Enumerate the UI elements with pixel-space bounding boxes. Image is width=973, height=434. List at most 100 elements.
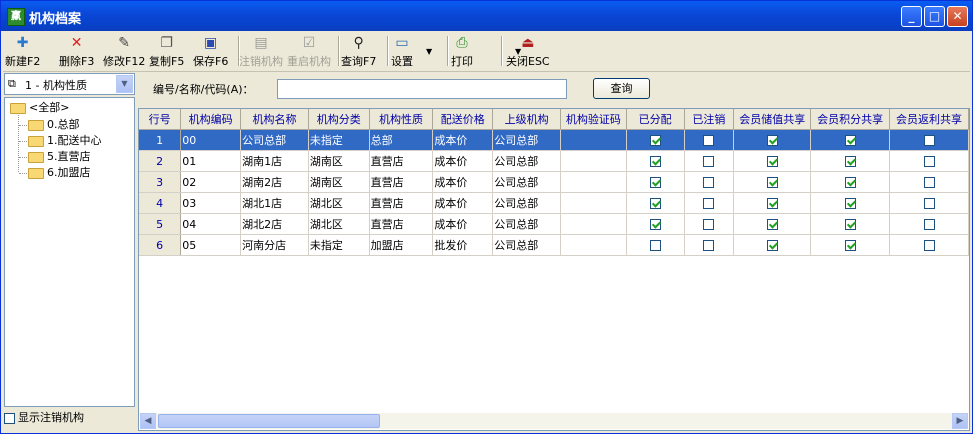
cell-nature[interactable]: 直营店 bbox=[369, 150, 434, 172]
rebate-checkbox[interactable] bbox=[923, 135, 935, 146]
show-deregistered-checkbox[interactable]: 显示注销机构 bbox=[4, 410, 84, 426]
cell-cancelled[interactable] bbox=[684, 234, 735, 256]
toolbar-button-print[interactable]: ⎙ 打印 bbox=[451, 33, 473, 69]
cell-assigned[interactable] bbox=[626, 213, 685, 235]
cell-nature[interactable]: 加盟店 bbox=[369, 234, 434, 256]
points-checkbox[interactable] bbox=[844, 156, 856, 167]
cell-assigned[interactable] bbox=[626, 192, 685, 214]
row-number[interactable]: 4 bbox=[139, 192, 182, 214]
column-header[interactable]: 机构编码 bbox=[180, 109, 242, 130]
cell-assigned[interactable] bbox=[626, 129, 685, 151]
column-header[interactable]: 上级机构 bbox=[492, 109, 561, 130]
rebate-checkbox[interactable] bbox=[923, 219, 935, 230]
stored-checkbox[interactable] bbox=[766, 219, 778, 230]
cell-code[interactable]: 03 bbox=[180, 192, 242, 214]
table-row[interactable]: 3 02 湖南2店 湖南区 直营店 成本价 公司总部 bbox=[139, 171, 969, 193]
cell-points[interactable] bbox=[810, 129, 891, 151]
cancelled-checkbox[interactable] bbox=[703, 240, 715, 251]
cell-rebate[interactable] bbox=[889, 234, 969, 256]
cell-rebate[interactable] bbox=[889, 150, 969, 172]
cell-verify[interactable] bbox=[560, 234, 627, 256]
rebate-checkbox[interactable] bbox=[923, 198, 935, 209]
cell-cat[interactable]: 湖南区 bbox=[308, 150, 370, 172]
cell-stored[interactable] bbox=[733, 171, 812, 193]
row-number[interactable]: 1 bbox=[139, 129, 182, 151]
cell-code[interactable]: 02 bbox=[180, 171, 242, 193]
column-header[interactable]: 会员积分共享 bbox=[810, 109, 891, 130]
cell-cancelled[interactable] bbox=[684, 150, 735, 172]
rebate-checkbox[interactable] bbox=[923, 240, 935, 251]
cancelled-checkbox[interactable] bbox=[703, 156, 715, 167]
cell-points[interactable] bbox=[810, 171, 891, 193]
row-number[interactable]: 6 bbox=[139, 234, 182, 256]
cell-assigned[interactable] bbox=[626, 171, 685, 193]
horizontal-scrollbar[interactable]: ◀ ▶ bbox=[140, 413, 968, 429]
toolbar-button-delete[interactable]: ✕ 删除F3 bbox=[59, 33, 94, 69]
cell-cancelled[interactable] bbox=[684, 171, 735, 193]
cell-name[interactable]: 湖南2店 bbox=[240, 171, 309, 193]
cell-stored[interactable] bbox=[733, 129, 812, 151]
cell-rebate[interactable] bbox=[889, 192, 969, 214]
stored-checkbox[interactable] bbox=[766, 135, 778, 146]
cell-cancelled[interactable] bbox=[684, 192, 735, 214]
scroll-left-icon[interactable]: ◀ bbox=[140, 413, 156, 429]
cell-verify[interactable] bbox=[560, 213, 627, 235]
column-header[interactable]: 会员储值共享 bbox=[733, 109, 812, 130]
cell-parent[interactable]: 公司总部 bbox=[492, 150, 561, 172]
chevron-down-icon[interactable]: ▼ bbox=[116, 75, 133, 93]
cell-price[interactable]: 批发价 bbox=[432, 234, 494, 256]
cell-parent[interactable]: 公司总部 bbox=[492, 234, 561, 256]
print-dropdown-icon[interactable]: ▼ bbox=[515, 47, 521, 56]
row-number[interactable]: 5 bbox=[139, 213, 182, 235]
cell-nature[interactable]: 直营店 bbox=[369, 213, 434, 235]
column-header[interactable]: 已注销 bbox=[684, 109, 735, 130]
cell-nature[interactable]: 直营店 bbox=[369, 171, 434, 193]
assigned-checkbox[interactable] bbox=[649, 135, 661, 146]
assigned-checkbox[interactable] bbox=[649, 156, 661, 167]
assigned-checkbox[interactable] bbox=[649, 198, 661, 209]
column-header[interactable]: 机构名称 bbox=[240, 109, 309, 130]
cell-parent[interactable]: 公司总部 bbox=[492, 129, 561, 151]
table-row[interactable]: 1 00 公司总部 未指定 总部 成本价 公司总部 bbox=[139, 129, 969, 151]
cell-cancelled[interactable] bbox=[684, 213, 735, 235]
nature-combo[interactable]: ⧉ 1 - 机构性质 ▼ bbox=[4, 73, 135, 95]
toolbar-button-binoculars[interactable]: ⚲ 查询F7 bbox=[341, 33, 376, 69]
cell-price[interactable]: 成本价 bbox=[432, 129, 494, 151]
checkbox-box[interactable] bbox=[4, 412, 15, 424]
cancelled-checkbox[interactable] bbox=[703, 219, 715, 230]
cell-cat[interactable]: 湖北区 bbox=[308, 192, 370, 214]
tree-item[interactable]: 0.总部 bbox=[28, 117, 80, 133]
cell-parent[interactable]: 公司总部 bbox=[492, 192, 561, 214]
cell-cat[interactable]: 未指定 bbox=[308, 234, 370, 256]
cell-name[interactable]: 湖北1店 bbox=[240, 192, 309, 214]
points-checkbox[interactable] bbox=[844, 219, 856, 230]
column-header[interactable]: 机构分类 bbox=[308, 109, 370, 130]
cell-points[interactable] bbox=[810, 234, 891, 256]
cell-rebate[interactable] bbox=[889, 171, 969, 193]
table-row[interactable]: 4 03 湖北1店 湖北区 直营店 成本价 公司总部 bbox=[139, 192, 969, 214]
cell-nature[interactable]: 总部 bbox=[369, 129, 434, 151]
cell-cat[interactable]: 未指定 bbox=[308, 129, 370, 151]
stored-checkbox[interactable] bbox=[766, 240, 778, 251]
maximize-button[interactable]: □ bbox=[924, 6, 945, 27]
column-header[interactable]: 机构验证码 bbox=[560, 109, 627, 130]
cell-price[interactable]: 成本价 bbox=[432, 192, 494, 214]
cell-price[interactable]: 成本价 bbox=[432, 150, 494, 172]
cell-code[interactable]: 04 bbox=[180, 213, 242, 235]
cell-parent[interactable]: 公司总部 bbox=[492, 213, 561, 235]
cancelled-checkbox[interactable] bbox=[703, 177, 715, 188]
cell-code[interactable]: 00 bbox=[180, 129, 242, 151]
cell-cancelled[interactable] bbox=[684, 129, 735, 151]
cell-points[interactable] bbox=[810, 150, 891, 172]
cell-cat[interactable]: 湖北区 bbox=[308, 213, 370, 235]
cell-rebate[interactable] bbox=[889, 129, 969, 151]
column-header[interactable]: 配送价格 bbox=[432, 109, 494, 130]
rebate-checkbox[interactable] bbox=[923, 177, 935, 188]
cell-nature[interactable]: 直营店 bbox=[369, 192, 434, 214]
cell-name[interactable]: 公司总部 bbox=[240, 129, 309, 151]
tree-root[interactable]: <全部> bbox=[10, 100, 69, 116]
cell-points[interactable] bbox=[810, 213, 891, 235]
cell-points[interactable] bbox=[810, 192, 891, 214]
cell-verify[interactable] bbox=[560, 192, 627, 214]
cell-parent[interactable]: 公司总部 bbox=[492, 171, 561, 193]
